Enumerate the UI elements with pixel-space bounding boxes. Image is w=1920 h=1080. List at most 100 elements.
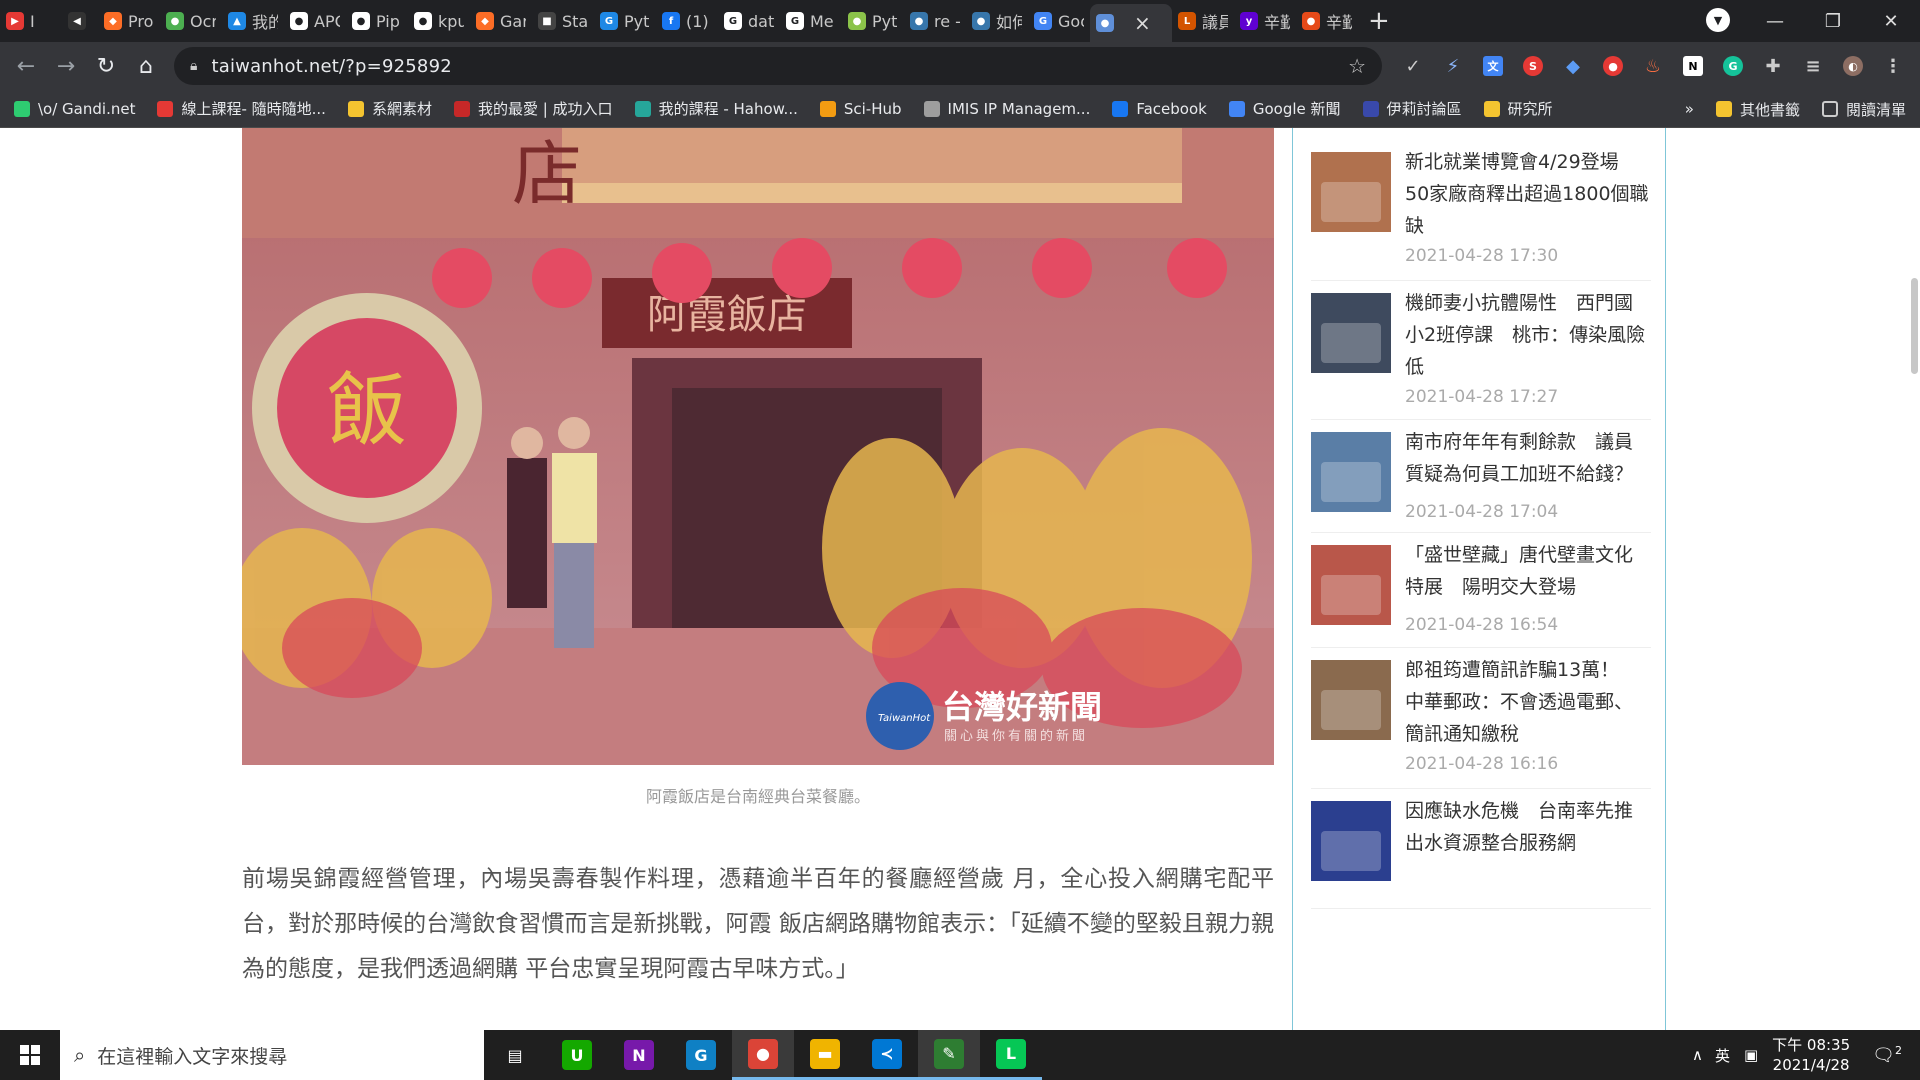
bookmark-item[interactable]: \o/ Gandi.net bbox=[14, 100, 135, 118]
news-title-link[interactable]: 機師妻小抗體陽性 西門國小2班停課 桃市：傳染風險低 bbox=[1405, 287, 1651, 383]
taskbar-search-box[interactable]: ⌕ 在這裡輸入文字來搜尋 bbox=[60, 1030, 484, 1080]
bookmarks-overflow-button[interactable]: » bbox=[1685, 100, 1694, 118]
fire-extension-icon[interactable]: ♨ bbox=[1636, 50, 1670, 82]
browser-tab[interactable]: Gdat bbox=[718, 0, 780, 42]
tab-search-button[interactable]: ▼ bbox=[1706, 8, 1730, 32]
minimize-button[interactable]: — bbox=[1746, 0, 1804, 42]
news-thumbnail[interactable] bbox=[1311, 660, 1391, 740]
bookmark-item[interactable]: 伊莉討論區 bbox=[1362, 98, 1462, 119]
page-scrollbar-thumb[interactable] bbox=[1911, 278, 1918, 374]
restore-button[interactable]: ❐ bbox=[1804, 0, 1862, 42]
news-list-item[interactable]: 南市府年年有剩餘款 議員質疑為何員工加班不給錢？ 2021-04-28 17:04 bbox=[1311, 420, 1651, 533]
onenote-taskbar-icon[interactable]: N bbox=[608, 1030, 670, 1080]
upwork-taskbar-icon[interactable]: U bbox=[546, 1030, 608, 1080]
bookmark-item[interactable]: Facebook bbox=[1112, 100, 1207, 118]
browser-tab[interactable]: f (1) I bbox=[656, 0, 718, 42]
record-extension-icon[interactable]: ● bbox=[1596, 50, 1630, 82]
translate-extension-icon[interactable]: 文 bbox=[1476, 50, 1510, 82]
browser-tab[interactable]: ● 如何 bbox=[966, 0, 1028, 42]
browser-tab[interactable]: y 辛勤 bbox=[1234, 0, 1296, 42]
news-title-link[interactable]: 郎祖筠遭簡訊詐騙13萬！ 中華郵政：不會透過電郵、簡訊通知繳稅 bbox=[1405, 654, 1651, 750]
bookmark-star-icon[interactable]: ☆ bbox=[1348, 54, 1366, 78]
browser-tab[interactable]: G Me bbox=[780, 0, 842, 42]
bookmark-item[interactable]: 線上課程- 隨時隨地... bbox=[157, 98, 326, 119]
news-list-item[interactable]: 因應缺水危機 台南率先推出水資源整合服務網 bbox=[1311, 789, 1651, 909]
browser-tab[interactable]: ● 辛勤 bbox=[1296, 0, 1358, 42]
notification-center-small-icon[interactable]: ▣ bbox=[1744, 1046, 1758, 1064]
notion-extension-icon[interactable]: N bbox=[1676, 50, 1710, 82]
browser-tab[interactable]: ● Pip bbox=[346, 0, 408, 42]
forward-button[interactable]: → bbox=[46, 46, 86, 86]
news-thumbnail[interactable] bbox=[1311, 152, 1391, 232]
reading-list-button[interactable]: 閱讀清單 bbox=[1821, 99, 1906, 120]
puzzle-extensions-icon[interactable]: ✚ bbox=[1756, 50, 1790, 82]
browser-tab[interactable]: ◀ bbox=[62, 0, 98, 42]
line-taskbar-icon[interactable]: L bbox=[980, 1030, 1042, 1080]
grammarly-extension-icon[interactable]: G bbox=[1716, 50, 1750, 82]
check-extension-icon[interactable]: ✓ bbox=[1396, 50, 1430, 82]
browser-tab[interactable]: ◆ Gar bbox=[470, 0, 532, 42]
vscode-taskbar-icon[interactable]: ≺ bbox=[856, 1030, 918, 1080]
action-center-icon[interactable]: 🗨︎2 bbox=[1872, 1044, 1902, 1066]
s-extension-icon[interactable]: S bbox=[1516, 50, 1550, 82]
ime-indicator[interactable]: 英 bbox=[1715, 1045, 1730, 1066]
news-thumbnail[interactable] bbox=[1311, 293, 1391, 373]
news-thumbnail[interactable] bbox=[1311, 432, 1391, 512]
close-tab-icon[interactable]: × bbox=[1134, 11, 1151, 35]
news-list-item[interactable]: 機師妻小抗體陽性 西門國小2班停課 桃市：傳染風險低 2021-04-28 17:… bbox=[1311, 281, 1651, 420]
browser-tab[interactable]: G Goo bbox=[1028, 0, 1090, 42]
browser-tab[interactable]: ● Ocr bbox=[160, 0, 222, 42]
bookmark-item[interactable]: 研究所 bbox=[1483, 98, 1553, 119]
other-bookmarks-folder[interactable]: 其他書籤 bbox=[1715, 99, 1800, 120]
browser-tab[interactable]: G Pyt bbox=[594, 0, 656, 42]
diamond-extension-icon[interactable]: ◆ bbox=[1556, 50, 1590, 82]
windows-start-button[interactable] bbox=[0, 1030, 60, 1080]
news-list-item[interactable]: 新北就業博覽會4/29登場 50家廠商釋出超過1800個職缺 2021-04-28… bbox=[1311, 140, 1651, 281]
clock[interactable]: 下午 08:35 2021/4/28 bbox=[1772, 1035, 1850, 1075]
news-thumbnail[interactable] bbox=[1311, 545, 1391, 625]
news-list-item[interactable]: 郎祖筠遭簡訊詐騙13萬！ 中華郵政：不會透過電郵、簡訊通知繳稅 2021-04-2… bbox=[1311, 648, 1651, 789]
browser-tab[interactable]: ● Pyt bbox=[842, 0, 904, 42]
browser-tab[interactable]: ▲ 我的 bbox=[222, 0, 284, 42]
chrome-taskbar-icon[interactable]: ● bbox=[732, 1030, 794, 1080]
close-window-button[interactable]: ✕ bbox=[1862, 0, 1920, 42]
file-explorer-taskbar-icon[interactable]: ▬ bbox=[794, 1030, 856, 1080]
news-title-link[interactable]: 新北就業博覽會4/29登場 50家廠商釋出超過1800個職缺 bbox=[1405, 146, 1651, 242]
address-bar[interactable]: 🔒︎ taiwanhot.net/?p=925892 ☆ bbox=[174, 47, 1382, 85]
news-list-item[interactable]: 「盛世壁藏」唐代壁畫文化特展 陽明交大登場 2021-04-28 16:54 bbox=[1311, 533, 1651, 648]
bookmark-item[interactable]: 我的最愛 | 成功入口 bbox=[453, 98, 613, 119]
news-title-link[interactable]: 南市府年年有剩餘款 議員質疑為何員工加班不給錢？ bbox=[1405, 426, 1651, 490]
bookmark-item[interactable]: Sci-Hub bbox=[819, 100, 902, 118]
wreath-character: 飯 bbox=[327, 364, 407, 457]
grammarly-app-taskbar-icon[interactable]: G bbox=[670, 1030, 732, 1080]
home-button[interactable]: ⌂ bbox=[126, 46, 166, 86]
news-title-link[interactable]: 因應缺水危機 台南率先推出水資源整合服務網 bbox=[1405, 795, 1651, 859]
menu-kebab-icon[interactable]: ⋮ bbox=[1876, 50, 1910, 82]
sign-left-char: 店 bbox=[512, 133, 582, 215]
chevron-up-icon[interactable]: ∧ bbox=[1692, 1046, 1703, 1064]
bookmark-item[interactable]: 我的課程 - Hahow... bbox=[634, 98, 798, 119]
bookmark-item[interactable]: IMIS IP Managem... bbox=[923, 100, 1090, 118]
new-tab-button[interactable]: + bbox=[1368, 6, 1390, 36]
browser-tab[interactable]: ● re - bbox=[904, 0, 966, 42]
browser-tab[interactable]: ◆ Pro bbox=[98, 0, 160, 42]
tab-active[interactable]: ● × bbox=[1090, 4, 1172, 42]
bookmark-item[interactable]: 系網素材 bbox=[347, 98, 432, 119]
news-title-link[interactable]: 「盛世壁藏」唐代壁畫文化特展 陽明交大登場 bbox=[1405, 539, 1651, 603]
browser-tab[interactable]: ● APC bbox=[284, 0, 346, 42]
bookmark-item[interactable]: Google 新聞 bbox=[1228, 98, 1341, 119]
profile-avatar[interactable]: ◐ bbox=[1836, 50, 1870, 82]
clock-date: 2021/4/28 bbox=[1772, 1056, 1850, 1074]
editor-app-taskbar-icon[interactable]: ✎ bbox=[918, 1030, 980, 1080]
reload-button[interactable]: ↻ bbox=[86, 46, 126, 86]
browser-tab[interactable]: ● kpu bbox=[408, 0, 470, 42]
media-control-icon[interactable]: ≡ bbox=[1796, 50, 1830, 82]
lock-icon[interactable]: 🔒︎ bbox=[190, 58, 197, 74]
browser-tab[interactable]: ■ Sta bbox=[532, 0, 594, 42]
browser-tab[interactable]: ▶ I bbox=[0, 0, 62, 42]
bolt-extension-icon[interactable]: ⚡︎ bbox=[1436, 50, 1470, 82]
browser-tab[interactable]: L 議員 bbox=[1172, 0, 1234, 42]
back-button[interactable]: ← bbox=[6, 46, 46, 86]
task-view-taskbar-icon[interactable]: ▤ bbox=[484, 1030, 546, 1080]
news-thumbnail[interactable] bbox=[1311, 801, 1391, 881]
